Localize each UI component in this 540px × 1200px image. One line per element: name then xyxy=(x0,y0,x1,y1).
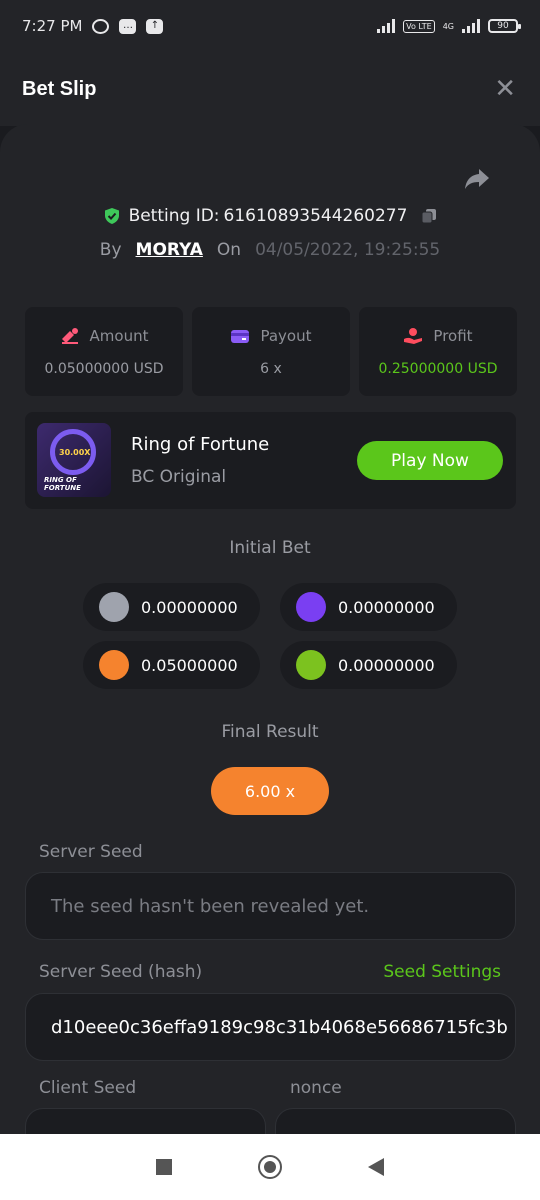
stats-row: Amount 0.05000000 USD Payout 6 x Profit … xyxy=(25,307,517,396)
shield-check-icon xyxy=(104,208,119,224)
game-provider: BC Original xyxy=(131,467,227,487)
bet-chip-value: 0.00000000 xyxy=(141,597,238,617)
amount-icon xyxy=(61,327,78,344)
stat-profit-value: 0.25000000 USD xyxy=(378,360,498,377)
stat-profit-label: Profit xyxy=(433,326,473,345)
volte-badge: Vo LTE xyxy=(403,19,435,33)
close-icon[interactable]: ✕ xyxy=(494,74,516,104)
stat-amount: Amount 0.05000000 USD xyxy=(25,307,183,396)
bet-slip-sheet: Betting ID: 61610893544260277 By MORYA O… xyxy=(0,124,540,1134)
server-seed-label: Server Seed xyxy=(39,842,143,862)
nonce-field[interactable] xyxy=(275,1108,516,1134)
game-thumbnail[interactable]: 30.00X RING OF FORTUNE xyxy=(37,423,111,497)
bet-chip-value: 0.00000000 xyxy=(338,597,435,617)
thumb-title-line2: FORTUNE xyxy=(44,484,81,492)
bet-chip: 0.00000000 xyxy=(280,583,457,631)
server-seed-field[interactable]: The seed hasn't been revealed yet. xyxy=(25,872,516,940)
bet-chip-value: 0.05000000 xyxy=(141,655,238,675)
status-left: 7:27 PM … ↑ xyxy=(22,17,164,35)
server-seed-hash-field[interactable]: d10eee0c36effa9189c98c31b4068e56686715fc… xyxy=(25,993,516,1061)
stat-payout-label: Payout xyxy=(260,326,312,345)
coin-icon-orange xyxy=(99,650,129,680)
message-icon: … xyxy=(119,18,137,34)
bet-chip: 0.00000000 xyxy=(280,641,457,689)
betting-id-row: Betting ID: 61610893544260277 xyxy=(0,206,540,226)
page-title: Bet Slip xyxy=(22,77,97,100)
bet-byline: By MORYA On 04/05/2022, 19:25:55 xyxy=(0,240,540,260)
by-label: By xyxy=(99,240,122,260)
bet-chip: 0.05000000 xyxy=(83,641,260,689)
client-seed-label: Client Seed xyxy=(39,1078,137,1098)
thumb-multiplier: 30.00X xyxy=(59,448,91,457)
thumb-title-line1: RING OF xyxy=(44,476,77,484)
nonce-label: nonce xyxy=(290,1078,342,1098)
battery-level: 90 xyxy=(497,21,509,31)
initial-bet-chips: 0.00000000 0.00000000 0.05000000 0.00000… xyxy=(83,583,457,689)
profit-hand-icon xyxy=(404,327,423,344)
thumb-title: RING OF FORTUNE xyxy=(44,476,81,492)
stat-payout-value: 6 x xyxy=(260,360,282,377)
share-icon[interactable] xyxy=(464,168,490,190)
bet-slip-header: Bet Slip ✕ xyxy=(0,52,540,126)
game-card: 30.00X RING OF FORTUNE Ring of Fortune BC… xyxy=(25,412,516,509)
signal-icon xyxy=(377,19,396,33)
username-link[interactable]: MORYA xyxy=(136,240,203,260)
alarm-icon xyxy=(92,18,110,34)
upload-icon: ↑ xyxy=(146,18,164,34)
stat-amount-value: 0.05000000 USD xyxy=(44,360,164,377)
server-seed-hash-label: Server Seed (hash) xyxy=(39,962,203,982)
status-right: Vo LTE 4G 90 xyxy=(377,19,521,33)
battery-icon: 90 xyxy=(488,19,521,33)
play-now-button[interactable]: Play Now xyxy=(357,441,503,480)
bet-chip-value: 0.00000000 xyxy=(338,655,435,675)
status-time: 7:27 PM xyxy=(22,17,83,35)
recents-icon[interactable] xyxy=(156,1159,172,1175)
final-result-label: Final Result xyxy=(221,722,319,742)
seed-settings-link[interactable]: Seed Settings xyxy=(383,962,501,982)
betting-id-value: 61610893544260277 xyxy=(223,206,408,226)
system-nav-bar xyxy=(0,1134,540,1200)
network-gen: 4G xyxy=(442,21,454,31)
initial-bet-label: Initial Bet xyxy=(229,538,311,558)
game-name: Ring of Fortune xyxy=(131,434,270,455)
final-result-badge: 6.00 x xyxy=(211,767,329,815)
on-label: On xyxy=(216,240,242,260)
copy-icon[interactable] xyxy=(421,208,437,224)
bet-date: 04/05/2022, 19:25:55 xyxy=(255,240,441,260)
home-icon[interactable] xyxy=(258,1155,282,1179)
stat-amount-label: Amount xyxy=(89,326,149,345)
signal-icon-2 xyxy=(462,19,480,33)
stat-profit: Profit 0.25000000 USD xyxy=(359,307,517,396)
status-bar: 7:27 PM … ↑ Vo LTE 4G 90 xyxy=(0,0,540,52)
wallet-icon xyxy=(231,329,250,343)
betting-id-label: Betting ID: xyxy=(128,206,220,226)
coin-icon-green xyxy=(296,650,326,680)
back-icon[interactable] xyxy=(368,1158,384,1176)
coin-icon-gray xyxy=(99,592,129,622)
bet-chip: 0.00000000 xyxy=(83,583,260,631)
client-seed-field[interactable] xyxy=(25,1108,266,1134)
coin-icon-purple xyxy=(296,592,326,622)
stat-payout: Payout 6 x xyxy=(192,307,350,396)
